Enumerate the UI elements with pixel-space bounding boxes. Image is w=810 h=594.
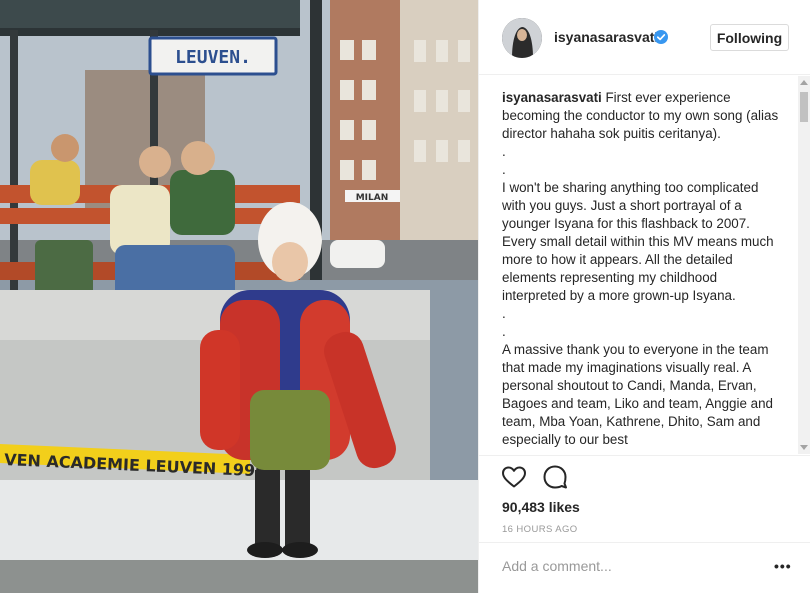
post-photo[interactable]: LEUVEN. VEN ACADEMIE LEUVEN 1996 MILAN: [0, 0, 478, 593]
comment-icon[interactable]: [542, 465, 568, 489]
scroll-up-arrow-icon[interactable]: [800, 80, 808, 85]
caption-scroll-area[interactable]: isyanasarasvati First ever experience be…: [479, 76, 810, 454]
comment-input[interactable]: [502, 558, 762, 574]
more-options-button[interactable]: •••: [774, 558, 792, 574]
verified-badge-icon: [654, 30, 668, 44]
post-sidebar: isyanasarasvati Following isyanasarasvat…: [478, 0, 810, 593]
post-caption: isyanasarasvati First ever experience be…: [502, 89, 780, 449]
username-link[interactable]: isyanasarasvati: [554, 29, 658, 45]
post-timestamp[interactable]: 16 HOURS AGO: [502, 524, 578, 535]
caption-text: First ever experience becoming the condu…: [502, 90, 779, 447]
heart-icon[interactable]: [501, 465, 527, 489]
avatar[interactable]: [502, 18, 542, 58]
scroll-down-arrow-icon[interactable]: [800, 445, 808, 450]
comment-box: •••: [479, 542, 810, 594]
caption-username-link[interactable]: isyanasarasvati: [502, 90, 602, 105]
following-button[interactable]: Following: [710, 24, 789, 51]
post-actions: 90,483 likes 16 HOURS AGO •••: [479, 455, 810, 593]
avatar-image: [502, 18, 542, 58]
shop-sign: MILAN: [356, 193, 389, 203]
post-header: isyanasarasvati Following: [479, 0, 810, 75]
scrollbar-thumb[interactable]: [800, 92, 808, 122]
caption-scrollbar[interactable]: [798, 76, 810, 454]
station-sign: LEUVEN.: [175, 47, 251, 68]
like-count[interactable]: 90,483 likes: [502, 499, 580, 515]
photo-illustration: LEUVEN. VEN ACADEMIE LEUVEN 1996 MILAN: [0, 0, 478, 593]
post-modal: LEUVEN. VEN ACADEMIE LEUVEN 1996 MILAN i…: [0, 0, 810, 593]
